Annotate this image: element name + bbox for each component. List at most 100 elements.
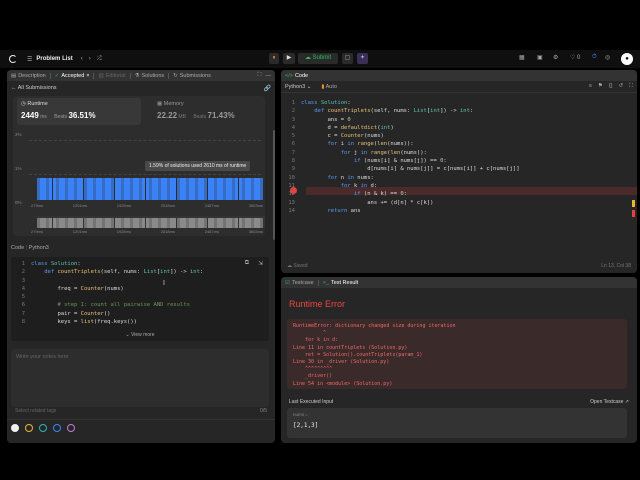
share-link-icon[interactable]: 🔗 (264, 85, 271, 92)
color-dot[interactable] (53, 424, 61, 432)
tab-code[interactable]: </> Code (281, 70, 312, 81)
bookmark-icon[interactable]: ⚑ (598, 83, 603, 90)
color-dot[interactable] (67, 424, 75, 432)
tab-description[interactable]: ▤ Description (7, 70, 50, 81)
line-number: 4 (291, 124, 295, 131)
language-select[interactable]: Python3 ⌄ (285, 84, 311, 90)
tab-testcase[interactable]: ☑ Testcase (281, 277, 318, 288)
code-line: 7 pair = Counter() (11, 310, 269, 318)
line-number: 11 (288, 182, 295, 189)
braces-icon[interactable]: {} (609, 83, 613, 90)
code-line: 10 for n in nums: (281, 174, 520, 182)
code-header: Code | Python3 (11, 245, 49, 251)
x-tick-label: 279ms (31, 229, 44, 234)
x-tick-label: 279ms (31, 203, 44, 208)
memory-box[interactable]: ▦ Memory 22.22 MB Beats 71.43% (153, 98, 263, 125)
prev-problem-icon[interactable]: ‹ (81, 56, 83, 62)
line-number: 4 (21, 285, 25, 292)
stats-card: ◷ Runtime 2449 ms Beats 36.51% ▦ Memory … (13, 96, 265, 236)
next-problem-icon[interactable]: › (89, 56, 91, 62)
runtime-histogram[interactable] (37, 178, 265, 200)
leetcode-logo-icon[interactable] (9, 55, 17, 63)
expand-icon[interactable]: ⇲ (258, 260, 263, 267)
back-to-submissions[interactable]: ← All Submissions (11, 85, 57, 91)
maximize-icon[interactable]: ⛶ (258, 72, 262, 79)
line-number: 7 (291, 149, 295, 156)
autocomplete-toggle[interactable]: ▮ Auto (321, 84, 337, 90)
code-line: 6 for i in range(len(nums)): (281, 140, 520, 148)
trace-line: _driver() (293, 373, 333, 380)
submissions-icon: ↻ (173, 72, 178, 79)
color-dot[interactable] (39, 424, 47, 432)
line-number: 6 (21, 302, 25, 309)
preview-icon[interactable]: ▣ (537, 54, 543, 61)
settings-gear-icon[interactable]: ⚙ (553, 54, 558, 61)
cursor-position: Ln 13, Col 38 (601, 263, 631, 269)
x-tick-label: 1925ms (116, 203, 131, 208)
ai-sparkle-icon[interactable]: ✦ (357, 53, 368, 64)
runtime-value: 2449 (21, 111, 39, 120)
tab-editorial[interactable]: ▥ Editorial (94, 70, 129, 81)
notifications-icon[interactable]: ♡ 0 (570, 54, 580, 61)
error-trace: RuntimeError: dictionary changed size du… (287, 319, 627, 389)
line-number: 2 (21, 269, 25, 276)
code-editor[interactable]: 1 class Solution: 2 def countTriplets(self… (281, 99, 520, 215)
layout-icon[interactable]: ▦ (519, 54, 525, 61)
histogram-bar[interactable] (260, 218, 264, 228)
run-button[interactable]: ▶ (283, 53, 295, 64)
code-text: ans = 0 (301, 116, 351, 123)
line-number: 13 (288, 199, 295, 206)
tab-submissions[interactable]: ↻ Submissions (169, 70, 215, 81)
timer-icon[interactable]: ⏱ (592, 54, 597, 61)
format-icon[interactable]: ≡ (589, 83, 592, 90)
copy-icon[interactable]: ⧉ (245, 260, 249, 267)
lock-icon: ▮ (321, 83, 325, 90)
notes-icon[interactable]: ▢ (342, 53, 353, 64)
close-tab-icon[interactable]: × (86, 73, 89, 79)
code-text: class Solution: (301, 100, 351, 106)
avatar[interactable]: ● (621, 53, 633, 65)
line-number: 7 (21, 310, 25, 317)
minimize-icon[interactable]: — (266, 73, 272, 79)
more-icon[interactable]: ◎ (605, 54, 610, 61)
code-line: 1 class Solution: (281, 99, 520, 107)
tab-solutions[interactable]: ⚗ Solutions (131, 70, 169, 81)
line-number: 8 (291, 158, 295, 165)
left-scrollbar[interactable] (273, 130, 275, 240)
submit-button[interactable]: ☁ Submit (298, 53, 338, 64)
code-text: c = Counter(nums) (301, 133, 384, 140)
line-number: 8 (21, 319, 25, 326)
code-editor-panel: </> Code Python3 ⌄ ▮ Auto ≡ ⚑ {} ↺ ⛶ 1 cla… (281, 70, 637, 273)
reset-icon[interactable]: ↺ (619, 83, 624, 90)
color-dot[interactable] (11, 424, 19, 432)
external-link-icon: ↗ (624, 399, 629, 405)
tab-test-result[interactable]: >_ Test Result (319, 277, 363, 288)
code-text: if (n & k) == 0: (353, 191, 407, 198)
code-text: return ans (327, 207, 361, 214)
fullscreen-icon[interactable]: ⛶ (629, 83, 633, 90)
trace-line: ^ (293, 330, 327, 337)
shuffle-icon[interactable]: ⤮ (97, 56, 102, 63)
histogram-bar[interactable] (260, 178, 264, 200)
color-dot[interactable] (25, 424, 33, 432)
histogram-overview[interactable] (37, 216, 265, 228)
list-icon: ☰ (27, 56, 33, 63)
x-tick-label: 3603ms (248, 229, 263, 234)
runtime-box[interactable]: ◷ Runtime 2449 ms Beats 36.51% (17, 98, 141, 125)
open-testcase-link[interactable]: Open Testcase ↗ (590, 399, 629, 405)
tab-accepted[interactable]: ✓ Accepted × (51, 70, 94, 81)
code-line: 6 # step 1: count all pairwise AND resul… (11, 301, 269, 309)
trace-line: for k in d: (293, 337, 339, 344)
tags-select[interactable]: Select related tags (15, 408, 56, 414)
clock-icon: ◷ (21, 101, 26, 107)
view-more-button[interactable]: ⌄ View more (11, 332, 269, 338)
code-text: for i in range(len(nums)): (327, 141, 414, 148)
code-text: freq = Counter(nums) (31, 285, 124, 292)
debug-icon[interactable]: ⏸ (269, 53, 279, 64)
code-line: 4 d = defaultdict(int) (281, 124, 520, 132)
overview-x-ticks: 279ms 1201ms 1925ms 2518ms 2487ms 3603ms (31, 229, 263, 235)
notes-textarea[interactable]: Write your notes here (11, 349, 269, 407)
line-number: 14 (288, 207, 295, 214)
problem-list-link[interactable]: Problem List (36, 56, 72, 62)
code-text: for j in range(len(nums)): (340, 149, 427, 156)
